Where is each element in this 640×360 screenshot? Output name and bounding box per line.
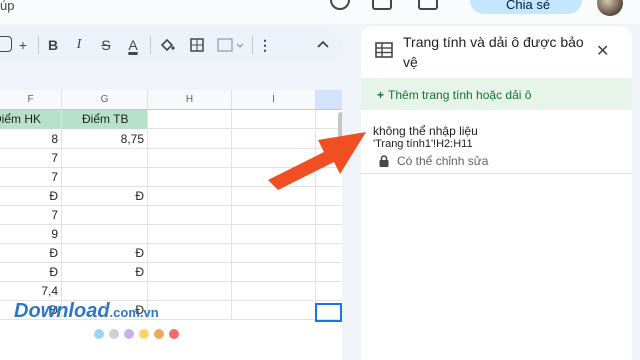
more-options-icon[interactable]: ⋮ bbox=[258, 36, 272, 54]
toolbar-divider bbox=[150, 36, 151, 54]
header-cell-diem-hk[interactable]: Điểm HK bbox=[0, 110, 62, 129]
table-cell[interactable]: 7 bbox=[0, 206, 62, 225]
table-cell[interactable] bbox=[148, 206, 232, 225]
watermark-dot bbox=[124, 329, 134, 339]
table-cell[interactable]: 7 bbox=[0, 168, 62, 187]
arrow-annotation bbox=[268, 132, 366, 190]
close-icon[interactable]: ✕ bbox=[596, 41, 609, 61]
permission-label: Có thể chỉnh sửa bbox=[397, 154, 489, 168]
table-row: 9 bbox=[0, 225, 342, 244]
watermark-dot bbox=[169, 329, 179, 339]
share-button[interactable]: Chia sẻ bbox=[470, 0, 582, 14]
panel-title: Trang tính và dải ô được bảo vệ bbox=[403, 34, 584, 70]
header-cell-diem-tb[interactable]: Điểm TB bbox=[62, 110, 148, 129]
table-cell[interactable]: Đ bbox=[0, 263, 62, 282]
fill-color-icon[interactable] bbox=[158, 36, 176, 54]
table-cell[interactable] bbox=[62, 149, 148, 168]
formatting-toolbar: + B I S A ⋮ bbox=[0, 28, 342, 62]
history-icon[interactable] bbox=[330, 0, 350, 10]
table-cell[interactable] bbox=[62, 168, 148, 187]
toolbar-divider bbox=[38, 36, 39, 54]
table-cell[interactable] bbox=[148, 187, 232, 206]
borders-icon[interactable] bbox=[188, 36, 206, 54]
download-watermark: Download.com.vn bbox=[14, 300, 214, 348]
table-cell[interactable] bbox=[148, 110, 232, 129]
table-cell[interactable]: 8 bbox=[0, 130, 62, 149]
help-menu[interactable]: úp bbox=[0, 0, 14, 13]
table-cell[interactable]: Đ bbox=[62, 244, 148, 263]
chevron-up-icon[interactable] bbox=[314, 36, 332, 54]
table-cell[interactable] bbox=[148, 244, 232, 263]
range-description: không thể nhập liệu bbox=[373, 124, 478, 138]
bold-icon[interactable]: B bbox=[44, 36, 62, 54]
share-label: Chia sẻ bbox=[506, 0, 551, 12]
table-cell[interactable] bbox=[62, 282, 148, 301]
table-cell[interactable] bbox=[148, 130, 232, 149]
strikethrough-icon[interactable]: S bbox=[96, 36, 116, 54]
table-cell[interactable] bbox=[148, 263, 232, 282]
watermark-dot bbox=[139, 329, 149, 339]
selected-cell[interactable] bbox=[315, 303, 342, 322]
meet-icon[interactable] bbox=[418, 0, 438, 10]
table-cell[interactable]: Đ bbox=[62, 187, 148, 206]
watermark-text: Download.com.vn bbox=[14, 300, 159, 322]
table-cell[interactable] bbox=[232, 225, 316, 244]
table-cell[interactable]: 8,75 bbox=[62, 130, 148, 149]
table-cell[interactable] bbox=[232, 206, 316, 225]
table-cell[interactable]: 7 bbox=[0, 149, 62, 168]
table-cell[interactable] bbox=[232, 282, 316, 301]
add-range-button[interactable]: + Thêm trang tính hoặc dải ô bbox=[361, 78, 632, 110]
increase-font-icon[interactable]: + bbox=[14, 36, 32, 54]
range-reference: 'Trang tính1'!H2:H11 bbox=[373, 138, 473, 150]
table-cell[interactable]: 9 bbox=[0, 225, 62, 244]
watermark-dot bbox=[109, 329, 119, 339]
app: úp Chia sẻ + B I S A ⋮ F G H I Điểm HK Đ… bbox=[0, 0, 640, 360]
table-row: ĐĐ bbox=[0, 244, 342, 263]
column-header-g[interactable]: G bbox=[62, 90, 148, 110]
text-color-icon[interactable]: A bbox=[124, 36, 142, 54]
lock-icon bbox=[379, 155, 389, 167]
table-icon bbox=[375, 42, 393, 58]
protected-ranges-panel: Trang tính và dải ô được bảo vệ ✕ + Thêm … bbox=[361, 26, 632, 360]
add-range-label: Thêm trang tính hoặc dải ô bbox=[388, 88, 532, 102]
avatar[interactable] bbox=[597, 0, 623, 16]
table-cell[interactable]: 7,4 bbox=[0, 282, 62, 301]
comments-icon[interactable] bbox=[372, 0, 392, 10]
table-cell[interactable] bbox=[148, 225, 232, 244]
table-cell[interactable] bbox=[62, 206, 148, 225]
column-header-i[interactable]: I bbox=[232, 90, 316, 110]
watermark-dot bbox=[154, 329, 164, 339]
table-cell[interactable] bbox=[232, 263, 316, 282]
plus-icon: + bbox=[377, 88, 385, 102]
table-cell[interactable] bbox=[232, 244, 316, 263]
watermark-dot bbox=[94, 329, 104, 339]
column-header-f[interactable]: F bbox=[0, 90, 62, 110]
table-cell[interactable] bbox=[148, 282, 232, 301]
table-cell[interactable]: Đ bbox=[0, 244, 62, 263]
column-header-j[interactable] bbox=[316, 90, 342, 110]
table-cell[interactable] bbox=[232, 301, 316, 320]
italic-icon[interactable]: I bbox=[70, 36, 88, 54]
toolbar-divider bbox=[252, 36, 253, 54]
table-cell[interactable]: Đ bbox=[0, 187, 62, 206]
protected-range-entry[interactable]: không thể nhập liệu 'Trang tính1'!H2:H11… bbox=[361, 112, 632, 174]
table-row: ĐĐ bbox=[0, 263, 342, 282]
table-row: 7 bbox=[0, 206, 342, 225]
table-cell[interactable]: Đ bbox=[62, 263, 148, 282]
merge-cells-icon[interactable] bbox=[216, 36, 246, 54]
table-row: 7,4 bbox=[0, 282, 342, 301]
font-size-box[interactable] bbox=[0, 36, 12, 52]
table-cell[interactable] bbox=[62, 225, 148, 244]
table-cell[interactable] bbox=[148, 149, 232, 168]
top-bar: úp Chia sẻ bbox=[0, 0, 640, 24]
column-header-h[interactable]: H bbox=[148, 90, 232, 110]
table-cell[interactable] bbox=[148, 168, 232, 187]
watermark-dots bbox=[94, 326, 184, 344]
